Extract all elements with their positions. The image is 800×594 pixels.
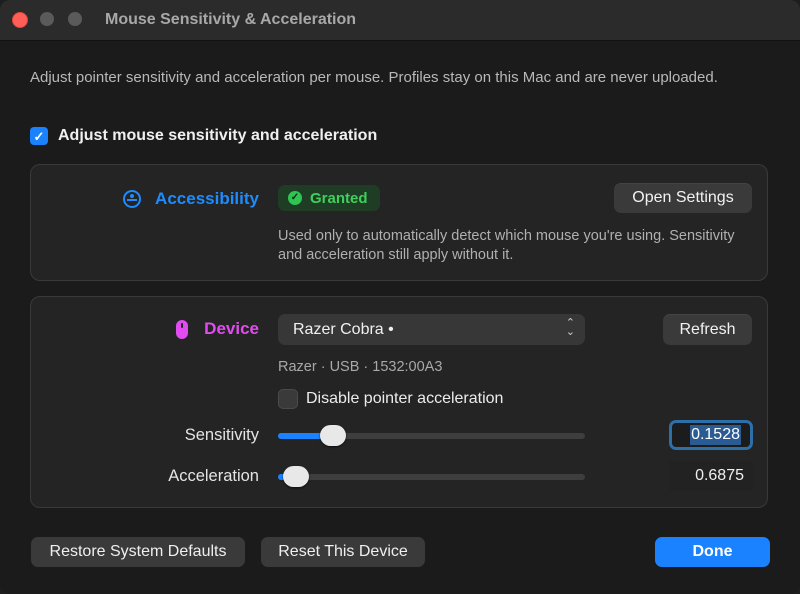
accessibility-description: Used only to automatically detect which … <box>278 228 735 263</box>
chevron-updown-icon: ⌃ ⌄ <box>565 317 575 338</box>
disable-acceleration-checkbox[interactable] <box>278 389 298 409</box>
master-toggle[interactable]: ✓ Adjust mouse sensitivity and accelerat… <box>30 127 377 145</box>
accessibility-icon <box>123 190 142 208</box>
acceleration-slider-knob[interactable] <box>283 466 310 487</box>
acceleration-label: Acceleration <box>168 467 259 485</box>
settings-window: Mouse Sensitivity & Acceleration Adjust … <box>0 0 800 594</box>
master-toggle-label: Adjust mouse sensitivity and acceleratio… <box>58 127 378 144</box>
title-bar: Mouse Sensitivity & Acceleration <box>0 0 800 41</box>
close-window-button[interactable] <box>12 12 28 28</box>
sensitivity-label: Sensitivity <box>184 426 259 444</box>
status-badge-label: Granted <box>310 189 368 207</box>
device-info: Razer · USB · 1532:00A3 <box>278 359 443 375</box>
zoom-window-button[interactable] <box>68 12 82 26</box>
restore-defaults-button[interactable]: Restore System Defaults <box>31 537 245 567</box>
sensitivity-value: 0.1528 <box>690 425 741 445</box>
intro-text: Adjust pointer sensitivity and accelerat… <box>30 69 718 86</box>
checkmark-circle-icon: ✓ <box>288 191 302 205</box>
reset-device-button[interactable]: Reset This Device <box>261 537 425 567</box>
accessibility-label: Accessibility <box>155 189 259 208</box>
window-title: Mouse Sensitivity & Acceleration <box>105 11 357 28</box>
sensitivity-slider-knob[interactable] <box>320 425 347 446</box>
refresh-button[interactable]: Refresh <box>663 314 752 345</box>
done-button[interactable]: Done <box>655 537 770 567</box>
sensitivity-value-field[interactable]: 0.1528 <box>669 420 753 450</box>
minimize-window-button[interactable] <box>40 12 54 26</box>
status-badge: ✓ Granted <box>278 185 380 211</box>
open-settings-button[interactable]: Open Settings <box>614 183 752 213</box>
master-checkbox[interactable]: ✓ <box>30 127 48 145</box>
acceleration-value: 0.6875 <box>695 467 744 484</box>
device-label: Device <box>204 319 259 338</box>
device-panel: Device Razer Cobra • ⌃ ⌄ Refresh Razer · … <box>30 296 768 508</box>
accessibility-panel: Accessibility ✓ Granted Open Settings Us… <box>30 164 768 281</box>
accessibility-heading: Accessibility <box>123 189 259 209</box>
device-select-value: Razer Cobra • <box>293 320 394 338</box>
sensitivity-slider[interactable] <box>278 425 585 446</box>
acceleration-slider[interactable] <box>278 466 585 487</box>
mouse-icon <box>176 319 189 339</box>
disable-acceleration-label: Disable pointer acceleration <box>306 390 504 407</box>
disable-acceleration-toggle[interactable]: Disable pointer acceleration <box>278 389 503 409</box>
device-heading: Device <box>176 319 259 339</box>
device-select[interactable]: Razer Cobra • ⌃ ⌄ <box>278 314 585 345</box>
acceleration-value-field[interactable]: 0.6875 <box>669 461 753 491</box>
